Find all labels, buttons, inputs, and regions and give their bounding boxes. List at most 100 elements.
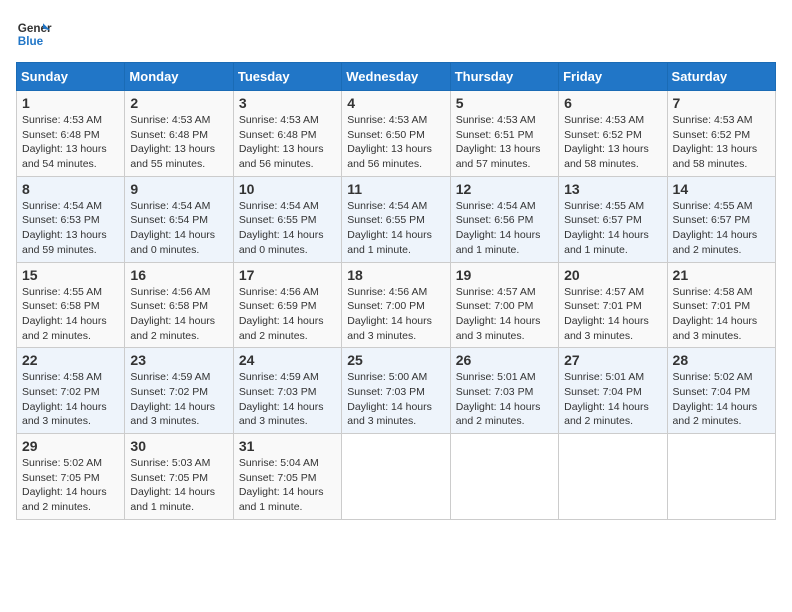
calendar-day-cell: 14 Sunrise: 4:55 AM Sunset: 6:57 PM Dayli… <box>667 176 775 262</box>
day-info: Sunrise: 4:54 AM Sunset: 6:55 PM Dayligh… <box>347 199 444 258</box>
day-number: 11 <box>347 181 444 197</box>
day-info: Sunrise: 5:01 AM Sunset: 7:03 PM Dayligh… <box>456 370 553 429</box>
calendar-header-row: SundayMondayTuesdayWednesdayThursdayFrid… <box>17 63 776 91</box>
day-info: Sunrise: 4:55 AM Sunset: 6:58 PM Dayligh… <box>22 285 119 344</box>
day-number: 8 <box>22 181 119 197</box>
day-info: Sunrise: 5:04 AM Sunset: 7:05 PM Dayligh… <box>239 456 336 515</box>
calendar-day-cell: 9Sunrise: 4:54 AM Sunset: 6:54 PM Daylig… <box>125 176 233 262</box>
calendar-day-cell: 31 Sunrise: 5:04 AM Sunset: 7:05 PM Dayli… <box>233 434 341 520</box>
day-info: Sunrise: 4:53 AM Sunset: 6:48 PM Dayligh… <box>22 113 119 172</box>
calendar-week-row: 15 Sunrise: 4:55 AM Sunset: 6:58 PM Dayli… <box>17 262 776 348</box>
day-info: Sunrise: 4:56 AM Sunset: 6:59 PM Dayligh… <box>239 285 336 344</box>
day-number: 14 <box>673 181 770 197</box>
calendar-week-row: 8 Sunrise: 4:54 AM Sunset: 6:53 PM Daylig… <box>17 176 776 262</box>
day-number: 3 <box>239 95 336 111</box>
calendar-day-cell: 11 Sunrise: 4:54 AM Sunset: 6:55 PM Dayli… <box>342 176 450 262</box>
day-info: Sunrise: 4:54 AM Sunset: 6:54 PM Dayligh… <box>130 199 227 258</box>
day-number: 23 <box>130 352 227 368</box>
header-sunday: Sunday <box>17 63 125 91</box>
day-number: 1 <box>22 95 119 111</box>
day-info: Sunrise: 5:03 AM Sunset: 7:05 PM Dayligh… <box>130 456 227 515</box>
calendar-day-cell: 3 Sunrise: 4:53 AM Sunset: 6:48 PM Daylig… <box>233 91 341 177</box>
day-info: Sunrise: 4:58 AM Sunset: 7:01 PM Dayligh… <box>673 285 770 344</box>
day-info: Sunrise: 4:59 AM Sunset: 7:03 PM Dayligh… <box>239 370 336 429</box>
day-info: Sunrise: 4:53 AM Sunset: 6:50 PM Dayligh… <box>347 113 444 172</box>
calendar-day-cell: 16Sunrise: 4:56 AM Sunset: 6:58 PM Dayli… <box>125 262 233 348</box>
calendar-day-cell: 10 Sunrise: 4:54 AM Sunset: 6:55 PM Dayli… <box>233 176 341 262</box>
day-info: Sunrise: 4:54 AM Sunset: 6:55 PM Dayligh… <box>239 199 336 258</box>
day-number: 18 <box>347 267 444 283</box>
day-number: 25 <box>347 352 444 368</box>
day-info: Sunrise: 4:55 AM Sunset: 6:57 PM Dayligh… <box>564 199 661 258</box>
calendar-day-cell: 19 Sunrise: 4:57 AM Sunset: 7:00 PM Dayli… <box>450 262 558 348</box>
calendar-week-row: 22 Sunrise: 4:58 AM Sunset: 7:02 PM Dayli… <box>17 348 776 434</box>
calendar-day-cell: 5 Sunrise: 4:53 AM Sunset: 6:51 PM Daylig… <box>450 91 558 177</box>
day-info: Sunrise: 4:56 AM Sunset: 7:00 PM Dayligh… <box>347 285 444 344</box>
calendar-day-cell: 2Sunrise: 4:53 AM Sunset: 6:48 PM Daylig… <box>125 91 233 177</box>
header-thursday: Thursday <box>450 63 558 91</box>
day-number: 20 <box>564 267 661 283</box>
logo-icon: General Blue <box>16 16 52 52</box>
empty-cell <box>667 434 775 520</box>
day-number: 4 <box>347 95 444 111</box>
day-number: 16 <box>130 267 227 283</box>
header-saturday: Saturday <box>667 63 775 91</box>
day-number: 15 <box>22 267 119 283</box>
calendar-day-cell: 22 Sunrise: 4:58 AM Sunset: 7:02 PM Dayli… <box>17 348 125 434</box>
calendar-day-cell: 6Sunrise: 4:53 AM Sunset: 6:52 PM Daylig… <box>559 91 667 177</box>
day-info: Sunrise: 5:02 AM Sunset: 7:05 PM Dayligh… <box>22 456 119 515</box>
empty-cell <box>559 434 667 520</box>
header-friday: Friday <box>559 63 667 91</box>
calendar-day-cell: 30 Sunrise: 5:03 AM Sunset: 7:05 PM Dayli… <box>125 434 233 520</box>
empty-cell <box>450 434 558 520</box>
calendar-day-cell: 17 Sunrise: 4:56 AM Sunset: 6:59 PM Dayli… <box>233 262 341 348</box>
calendar-day-cell: 1 Sunrise: 4:53 AM Sunset: 6:48 PM Daylig… <box>17 91 125 177</box>
calendar-day-cell: 27 Sunrise: 5:01 AM Sunset: 7:04 PM Dayli… <box>559 348 667 434</box>
header-wednesday: Wednesday <box>342 63 450 91</box>
calendar-day-cell: 12 Sunrise: 4:54 AM Sunset: 6:56 PM Dayli… <box>450 176 558 262</box>
calendar-table: SundayMondayTuesdayWednesdayThursdayFrid… <box>16 62 776 520</box>
day-number: 17 <box>239 267 336 283</box>
day-info: Sunrise: 4:53 AM Sunset: 6:52 PM Dayligh… <box>673 113 770 172</box>
svg-text:Blue: Blue <box>18 35 44 48</box>
day-number: 27 <box>564 352 661 368</box>
calendar-day-cell: 13Sunrise: 4:55 AM Sunset: 6:57 PM Dayli… <box>559 176 667 262</box>
day-number: 12 <box>456 181 553 197</box>
calendar-day-cell: 28 Sunrise: 5:02 AM Sunset: 7:04 PM Dayli… <box>667 348 775 434</box>
day-info: Sunrise: 5:01 AM Sunset: 7:04 PM Dayligh… <box>564 370 661 429</box>
day-number: 30 <box>130 438 227 454</box>
calendar-week-row: 29 Sunrise: 5:02 AM Sunset: 7:05 PM Dayli… <box>17 434 776 520</box>
day-info: Sunrise: 4:58 AM Sunset: 7:02 PM Dayligh… <box>22 370 119 429</box>
day-number: 26 <box>456 352 553 368</box>
day-info: Sunrise: 4:54 AM Sunset: 6:53 PM Dayligh… <box>22 199 119 258</box>
day-number: 31 <box>239 438 336 454</box>
page-header: General Blue <box>16 16 776 52</box>
empty-cell <box>342 434 450 520</box>
logo: General Blue <box>16 16 52 52</box>
day-number: 19 <box>456 267 553 283</box>
calendar-day-cell: 23Sunrise: 4:59 AM Sunset: 7:02 PM Dayli… <box>125 348 233 434</box>
day-number: 28 <box>673 352 770 368</box>
day-info: Sunrise: 4:53 AM Sunset: 6:51 PM Dayligh… <box>456 113 553 172</box>
day-number: 5 <box>456 95 553 111</box>
day-info: Sunrise: 4:55 AM Sunset: 6:57 PM Dayligh… <box>673 199 770 258</box>
day-number: 21 <box>673 267 770 283</box>
calendar-day-cell: 29 Sunrise: 5:02 AM Sunset: 7:05 PM Dayli… <box>17 434 125 520</box>
day-info: Sunrise: 5:00 AM Sunset: 7:03 PM Dayligh… <box>347 370 444 429</box>
calendar-day-cell: 21 Sunrise: 4:58 AM Sunset: 7:01 PM Dayli… <box>667 262 775 348</box>
day-info: Sunrise: 4:57 AM Sunset: 7:00 PM Dayligh… <box>456 285 553 344</box>
day-info: Sunrise: 4:53 AM Sunset: 6:48 PM Dayligh… <box>239 113 336 172</box>
calendar-day-cell: 8 Sunrise: 4:54 AM Sunset: 6:53 PM Daylig… <box>17 176 125 262</box>
day-info: Sunrise: 4:57 AM Sunset: 7:01 PM Dayligh… <box>564 285 661 344</box>
calendar-day-cell: 26 Sunrise: 5:01 AM Sunset: 7:03 PM Dayli… <box>450 348 558 434</box>
calendar-week-row: 1 Sunrise: 4:53 AM Sunset: 6:48 PM Daylig… <box>17 91 776 177</box>
day-info: Sunrise: 4:54 AM Sunset: 6:56 PM Dayligh… <box>456 199 553 258</box>
calendar-day-cell: 24Sunrise: 4:59 AM Sunset: 7:03 PM Dayli… <box>233 348 341 434</box>
header-tuesday: Tuesday <box>233 63 341 91</box>
day-number: 10 <box>239 181 336 197</box>
day-number: 29 <box>22 438 119 454</box>
day-info: Sunrise: 5:02 AM Sunset: 7:04 PM Dayligh… <box>673 370 770 429</box>
day-number: 22 <box>22 352 119 368</box>
calendar-day-cell: 7Sunrise: 4:53 AM Sunset: 6:52 PM Daylig… <box>667 91 775 177</box>
calendar-day-cell: 15 Sunrise: 4:55 AM Sunset: 6:58 PM Dayli… <box>17 262 125 348</box>
